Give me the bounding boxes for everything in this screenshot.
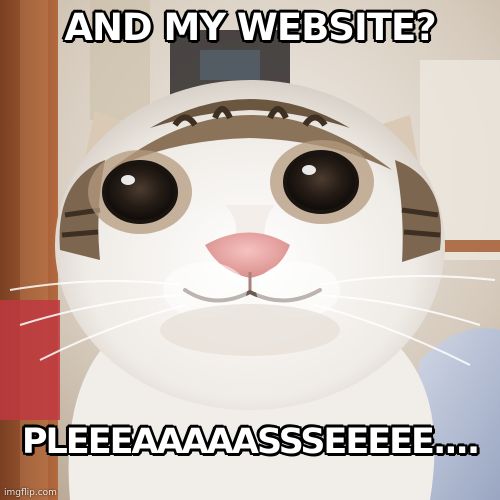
bottom-caption: PLEEEAAAAASSSEEEEE.... [21,422,480,462]
top-caption: AND MY WEBSITE? [64,6,436,49]
watermark: imgflip.com [4,488,57,498]
meme-image: AND MY WEBSITE? PLEEEAAAAASSSEEEEE.... i… [0,0,500,500]
